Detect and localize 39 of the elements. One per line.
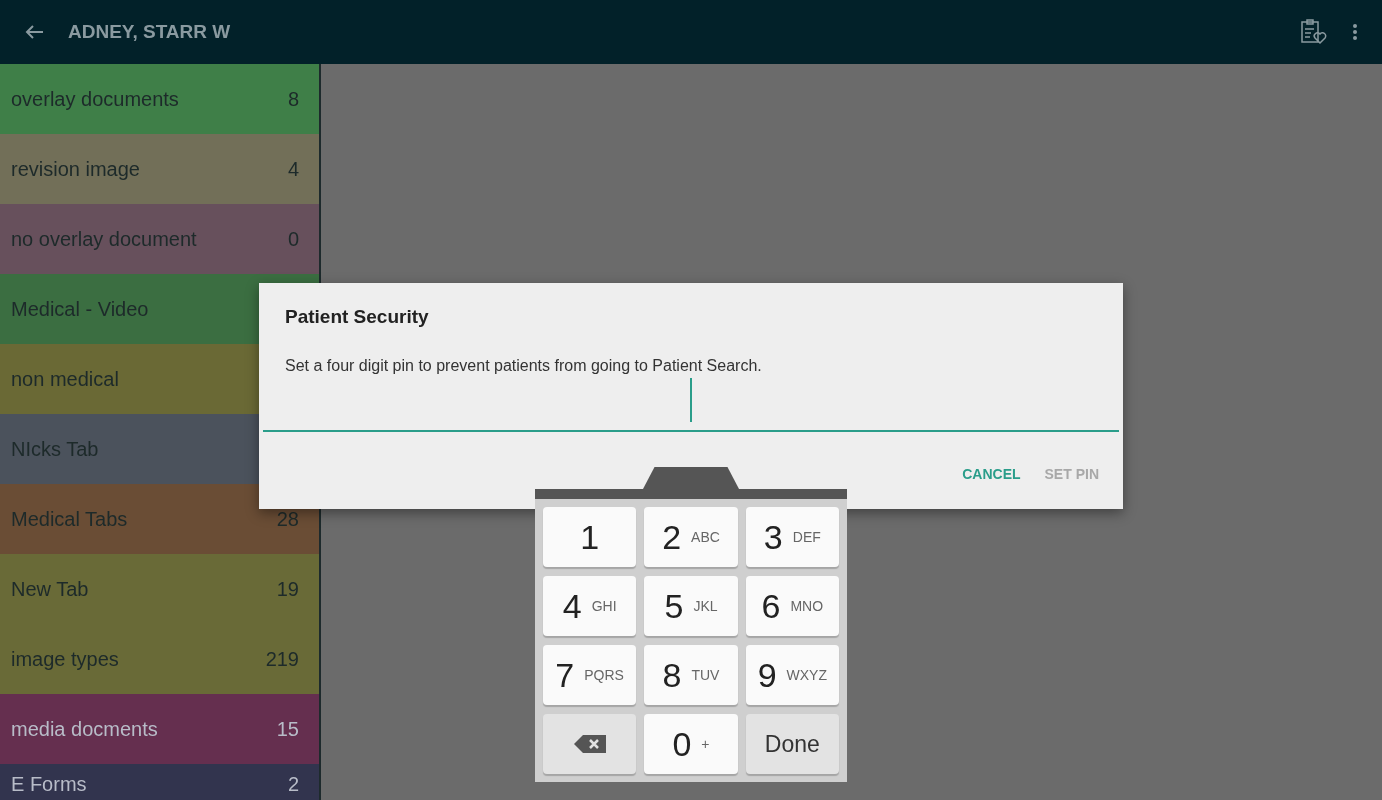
done-key[interactable]: Done (745, 714, 839, 774)
text-cursor (690, 377, 692, 422)
backspace-icon (573, 735, 606, 753)
digit-key[interactable]: 1 (543, 507, 637, 567)
item-label: image types (11, 647, 119, 672)
item-label: non medical (11, 367, 119, 392)
digit-key[interactable]: 5 JKL (644, 576, 738, 636)
item-count: 28 (276, 507, 299, 532)
digit-key[interactable]: 7 PQRS (543, 645, 637, 705)
sidebar-item[interactable]: media docments 15 (0, 694, 319, 764)
more-options-icon[interactable] (1352, 23, 1358, 41)
digit-key[interactable]: 6 MNO (745, 576, 839, 636)
digit-key[interactable]: 3 DEF (745, 507, 839, 567)
item-label: media docments (11, 717, 158, 742)
item-label: revision image (11, 157, 140, 182)
clipboard-heart-icon[interactable] (1300, 19, 1328, 45)
item-count: 8 (287, 87, 299, 112)
item-label: Medical - Video (11, 297, 149, 322)
digit-key[interactable]: 8 TUV (644, 645, 738, 705)
item-label: overlay documents (11, 87, 179, 112)
digit-key[interactable]: 9 WXYZ (745, 645, 839, 705)
digit-key[interactable]: 2 ABC (644, 507, 738, 567)
digit-key[interactable]: 4 GHI (543, 576, 637, 636)
item-count: 2 (287, 772, 299, 797)
backspace-key[interactable] (543, 714, 637, 774)
item-count: 219 (265, 647, 299, 672)
item-label: E Forms (11, 772, 87, 797)
patient-name-title: ADNEY, STARR W (68, 19, 231, 44)
item-label: no overlay document (11, 227, 197, 252)
pin-input-field[interactable] (263, 377, 1119, 432)
back-arrow-icon[interactable] (24, 24, 44, 40)
item-count: 4 (287, 157, 299, 182)
sidebar-item[interactable]: E Forms 2 (0, 764, 319, 800)
item-count: 19 (276, 577, 299, 602)
digit-key[interactable]: 0 + (644, 714, 738, 774)
item-count: 15 (276, 717, 299, 742)
item-label: Medical Tabs (11, 507, 128, 532)
item-label: New Tab (11, 577, 89, 602)
item-count: 0 (287, 227, 299, 252)
